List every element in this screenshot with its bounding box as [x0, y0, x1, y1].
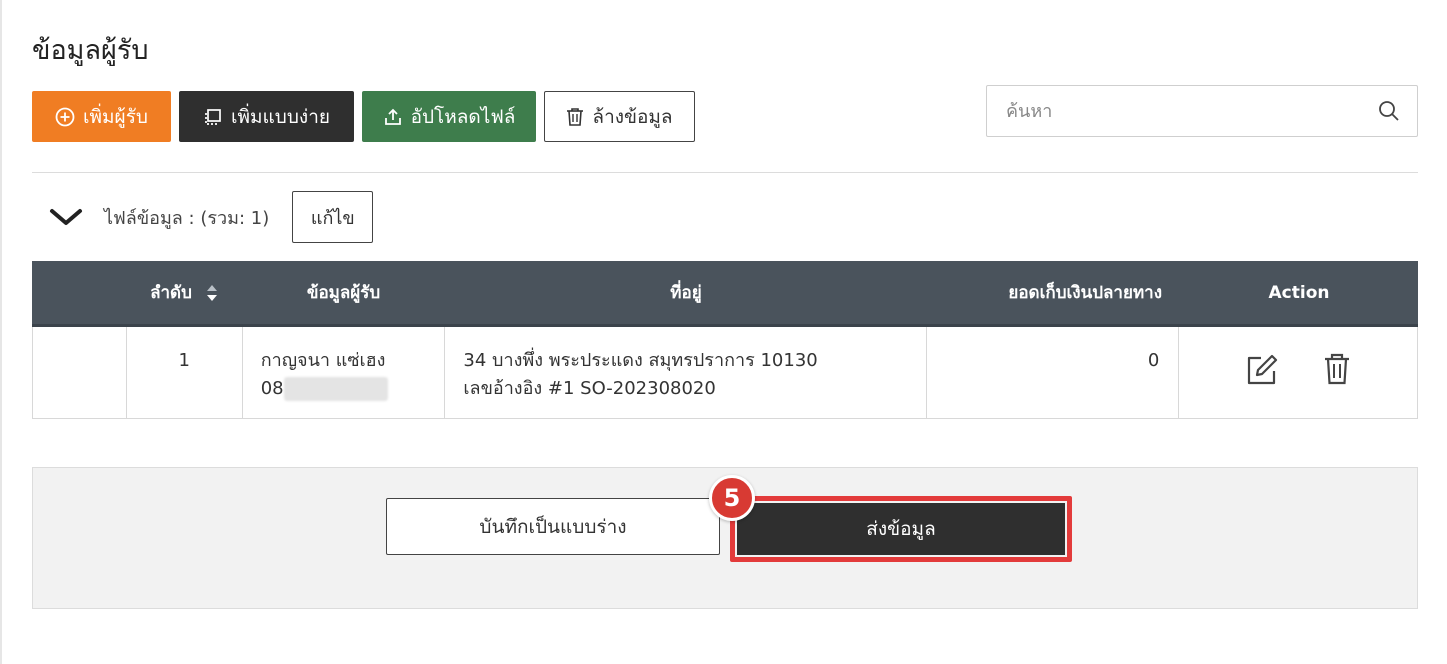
- redacted-phone: [283, 377, 388, 401]
- column-header-action: Action: [1268, 282, 1330, 303]
- row-cod-amount: 0: [927, 327, 1180, 418]
- clear-data-label: ล้างข้อมูล: [592, 105, 673, 128]
- column-header-index[interactable]: ลำดับ: [126, 261, 242, 324]
- table-header: ลำดับ ข้อมูลผู้รับ ที่อยู่ ยอดเก็บเงินปล…: [32, 261, 1418, 327]
- row-index: 1: [127, 327, 243, 418]
- add-recipient-label: เพิ่มผู้รับ: [83, 105, 148, 128]
- page-title: ข้อมูลผู้รับ: [32, 35, 149, 66]
- recipient-name: กาญจนา แซ่เฮง: [260, 350, 386, 371]
- column-header-recipient: ข้อมูลผู้รับ: [306, 283, 381, 303]
- delete-row-icon[interactable]: [1323, 353, 1351, 418]
- sort-icon[interactable]: [206, 284, 218, 302]
- upload-file-button[interactable]: อัปโหลดไฟล์: [362, 91, 536, 142]
- row-address-cell: 34 บางพึ่ง พระประแดง สมุทรปราการ 10130 เ…: [445, 327, 927, 418]
- column-header-cod: ยอดเก็บเงินปลายทาง: [1008, 283, 1162, 303]
- add-simple-button[interactable]: เพิ่มแบบง่าย: [179, 91, 354, 142]
- table-row: 1 กาญจนา แซ่เฮง 08 34 บางพึ่ง พระประแดง …: [32, 327, 1418, 419]
- file-section-header: ไฟล์ข้อมูล : (รวม: 1) แก้ไข: [32, 191, 374, 243]
- add-recipient-button[interactable]: เพิ่มผู้รับ: [32, 91, 171, 142]
- address-line-2: เลขอ้างอิง #1 SO-202308020: [463, 378, 716, 399]
- add-simple-label: เพิ่มแบบง่าย: [231, 105, 330, 128]
- edit-icon[interactable]: [1245, 353, 1279, 418]
- submit-button[interactable]: ส่งข้อมูล: [737, 503, 1065, 555]
- section-divider: [32, 172, 1418, 173]
- plus-circle-icon: [55, 107, 75, 127]
- search-icon[interactable]: [1361, 100, 1417, 122]
- upload-file-label: อัปโหลดไฟล์: [410, 105, 516, 128]
- row-recipient-cell: กาญจนา แซ่เฮง 08: [243, 327, 446, 418]
- copy-icon: [203, 107, 223, 127]
- row-blank-cell: [33, 327, 127, 418]
- search-box: [986, 85, 1418, 137]
- column-header-blank: [32, 261, 126, 324]
- recipients-table: ลำดับ ข้อมูลผู้รับ ที่อยู่ ยอดเก็บเงินปล…: [32, 261, 1418, 419]
- clear-data-button[interactable]: ล้างข้อมูล: [544, 91, 695, 142]
- recipient-phone-line: 08: [261, 375, 445, 403]
- address-line-1: 34 บางพึ่ง พระประแดง สมุทรปราการ 10130: [463, 350, 818, 371]
- column-header-address: ที่อยู่: [670, 283, 702, 303]
- recipient-phone: 08: [260, 378, 284, 399]
- window-edge: [0, 0, 2, 664]
- column-header-index-label: ลำดับ: [150, 283, 192, 303]
- step-number-badge: 5: [709, 475, 755, 521]
- trash-icon: [566, 107, 584, 127]
- row-actions: [1179, 327, 1417, 418]
- upload-icon: [383, 107, 403, 127]
- save-draft-button[interactable]: บันทึกเป็นแบบร่าง: [386, 498, 720, 555]
- edit-file-button[interactable]: แก้ไข: [292, 191, 374, 243]
- toolbar: เพิ่มผู้รับ เพิ่มแบบง่าย อัปโหลดไฟล์ ล้า…: [32, 91, 695, 142]
- chevron-down-icon[interactable]: [32, 207, 100, 227]
- footer-panel: บันทึกเป็นแบบร่าง ส่งข้อมูล 5: [32, 467, 1418, 609]
- file-section-label: ไฟล์ข้อมูล : (รวม: 1): [104, 207, 270, 229]
- search-input[interactable]: [987, 86, 1361, 136]
